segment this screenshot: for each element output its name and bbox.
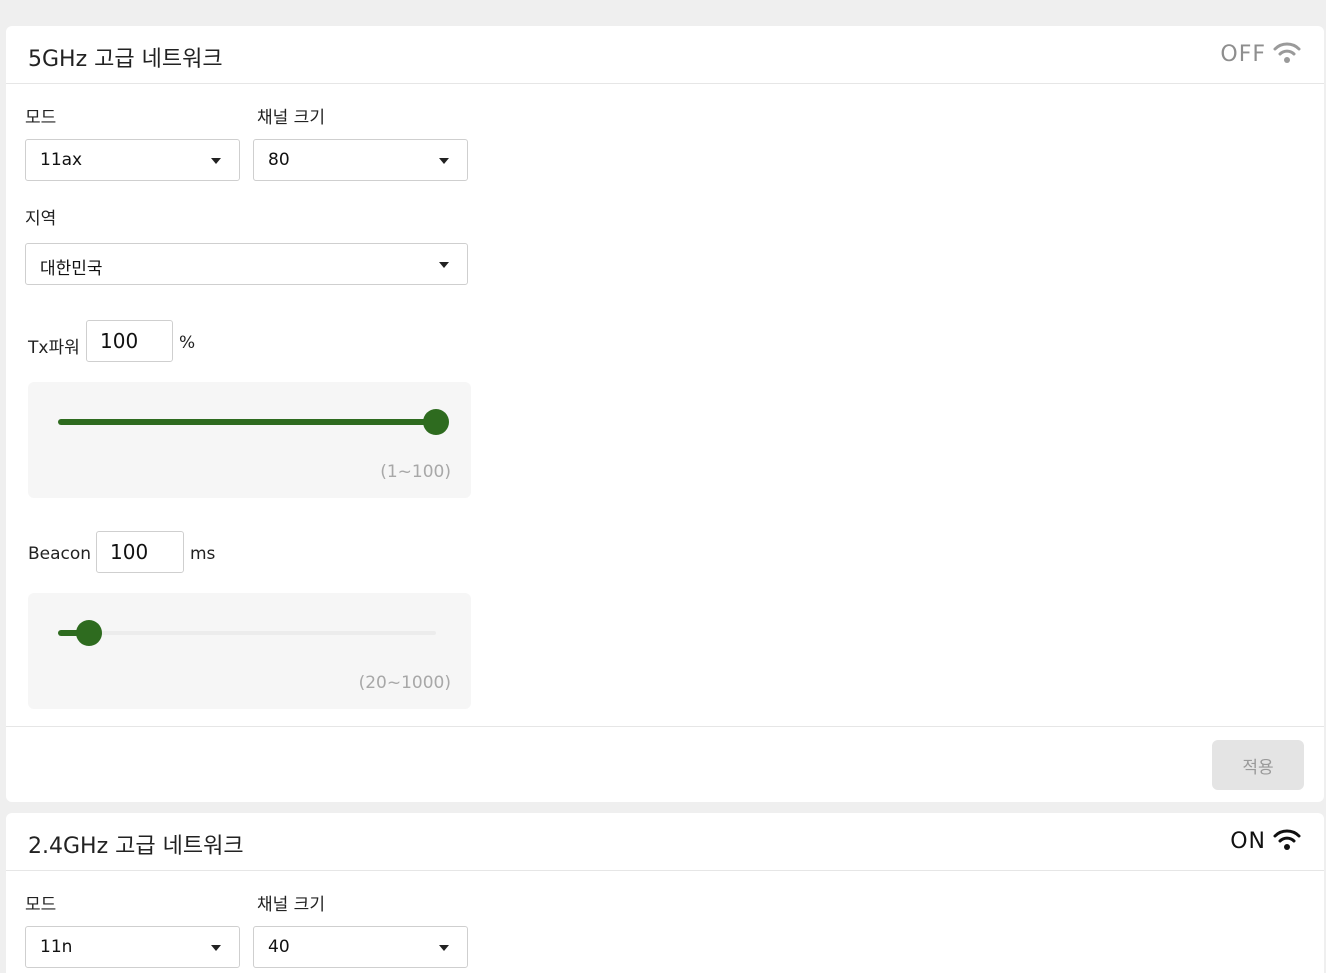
panel-5ghz-header: 5GHz 고급 네트워크 OFF <box>6 26 1324 84</box>
panel-24ghz-header: 2.4GHz 고급 네트워크 ON <box>6 813 1324 871</box>
wifi-icon[interactable] <box>1272 40 1302 66</box>
chevron-down-icon <box>211 158 221 164</box>
chevron-down-icon <box>211 945 221 951</box>
mode-label: 모드 <box>25 895 57 915</box>
mode-select-value: 11ax <box>40 150 83 170</box>
region-select-value: 대한민국 <box>40 259 103 279</box>
panel-24ghz-status[interactable]: ON <box>1230 829 1266 854</box>
channel-size-select-value: 40 <box>268 937 290 957</box>
panel-24ghz-advanced: 2.4GHz 고급 네트워크 ON 모드 11n 채널 크기 40 <box>6 813 1324 973</box>
chevron-down-icon <box>439 158 449 164</box>
region-label: 지역 <box>25 209 57 229</box>
beacon-slider-panel: (20~1000) <box>28 593 471 709</box>
region-select[interactable]: 대한민국 <box>25 243 468 285</box>
channel-size-label: 채널 크기 <box>257 895 325 915</box>
apply-button[interactable]: 적용 <box>1212 740 1304 790</box>
tx-power-range-hint: (1~100) <box>380 462 451 482</box>
beacon-slider[interactable] <box>58 620 436 646</box>
channel-size-select-value: 80 <box>268 150 290 170</box>
tx-power-slider[interactable] <box>58 409 449 435</box>
beacon-range-hint: (20~1000) <box>358 673 451 693</box>
channel-size-label: 채널 크기 <box>257 108 325 128</box>
chevron-down-icon <box>439 262 449 268</box>
tx-power-label: Tx파워 <box>28 338 80 358</box>
mode-select-value: 11n <box>40 937 73 957</box>
mode-select[interactable]: 11ax <box>25 139 240 181</box>
beacon-label: Beacon <box>28 544 92 564</box>
tx-power-unit: % <box>179 333 196 353</box>
tx-power-slider-fill <box>58 419 436 425</box>
mode-label: 모드 <box>25 108 57 128</box>
chevron-down-icon <box>439 945 449 951</box>
panel-5ghz-advanced: 5GHz 고급 네트워크 OFF 모드 11ax 채널 크기 80 지역 대한민… <box>6 26 1324 802</box>
beacon-unit: ms <box>190 544 216 564</box>
tx-power-input[interactable] <box>86 320 173 362</box>
wifi-icon[interactable] <box>1272 827 1302 853</box>
panel-5ghz-title: 5GHz 고급 네트워크 <box>28 47 223 72</box>
beacon-slider-thumb[interactable] <box>75 620 102 646</box>
tx-power-slider-thumb[interactable] <box>423 409 449 435</box>
beacon-input[interactable] <box>96 531 184 573</box>
channel-size-select[interactable]: 80 <box>253 139 468 181</box>
panel-24ghz-title: 2.4GHz 고급 네트워크 <box>28 834 244 859</box>
tx-power-slider-panel: (1~100) <box>28 382 471 498</box>
panel-5ghz-status[interactable]: OFF <box>1220 42 1266 67</box>
panel-5ghz-footer-divider <box>6 726 1324 727</box>
